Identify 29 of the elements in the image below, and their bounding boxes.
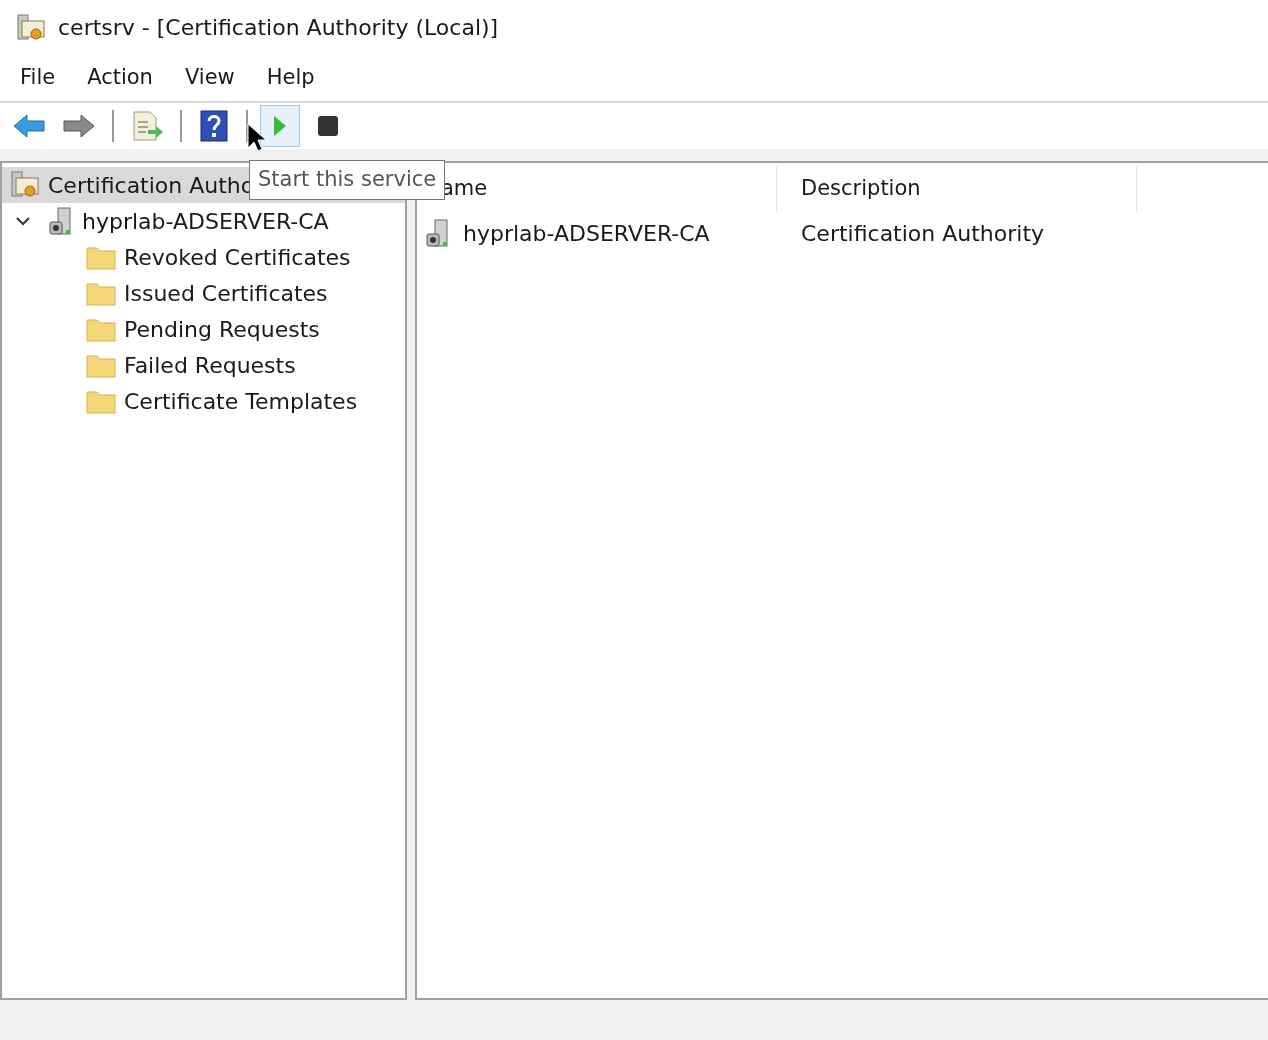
folder-icon — [86, 352, 116, 378]
table-cell-text: Certification Authority — [800, 219, 1045, 248]
tree-item[interactable]: Failed Requests — [2, 347, 405, 383]
tree-item[interactable]: Issued Certificates — [2, 275, 405, 311]
tooltip: Start this service — [249, 160, 446, 200]
forward-arrow-icon[interactable] — [62, 112, 96, 140]
folder-icon — [86, 280, 116, 306]
certificate-server-icon — [10, 170, 40, 200]
column-header[interactable]: Description — [777, 166, 1137, 212]
back-arrow-icon[interactable] — [12, 112, 46, 140]
menu-item[interactable]: File — [20, 62, 56, 94]
folder-icon — [86, 316, 116, 342]
help-icon[interactable] — [200, 110, 228, 142]
folder-icon — [86, 244, 116, 270]
stop-icon[interactable] — [317, 115, 339, 137]
certificate-server-icon — [16, 12, 46, 43]
tree-item[interactable]: Pending Requests — [2, 311, 405, 347]
tree-item[interactable]: hyprlab-ADSERVER-CA — [2, 203, 405, 239]
server-icon — [48, 206, 74, 236]
tree-item[interactable]: Certificate Templates — [2, 383, 405, 419]
mouse-cursor-icon — [247, 123, 267, 153]
menu-item[interactable]: View — [184, 62, 235, 94]
table-cell[interactable]: hyprlab-ADSERVER-CA — [463, 216, 710, 250]
tree-item[interactable]: Revoked Certificates — [2, 239, 405, 275]
window-title: certsrv - [Certification Authority (Local)] — [58, 14, 499, 42]
folder-icon — [86, 388, 116, 414]
menu-item[interactable]: Help — [266, 62, 315, 94]
server-icon — [425, 218, 451, 248]
menu-item[interactable]: Action — [87, 62, 153, 94]
